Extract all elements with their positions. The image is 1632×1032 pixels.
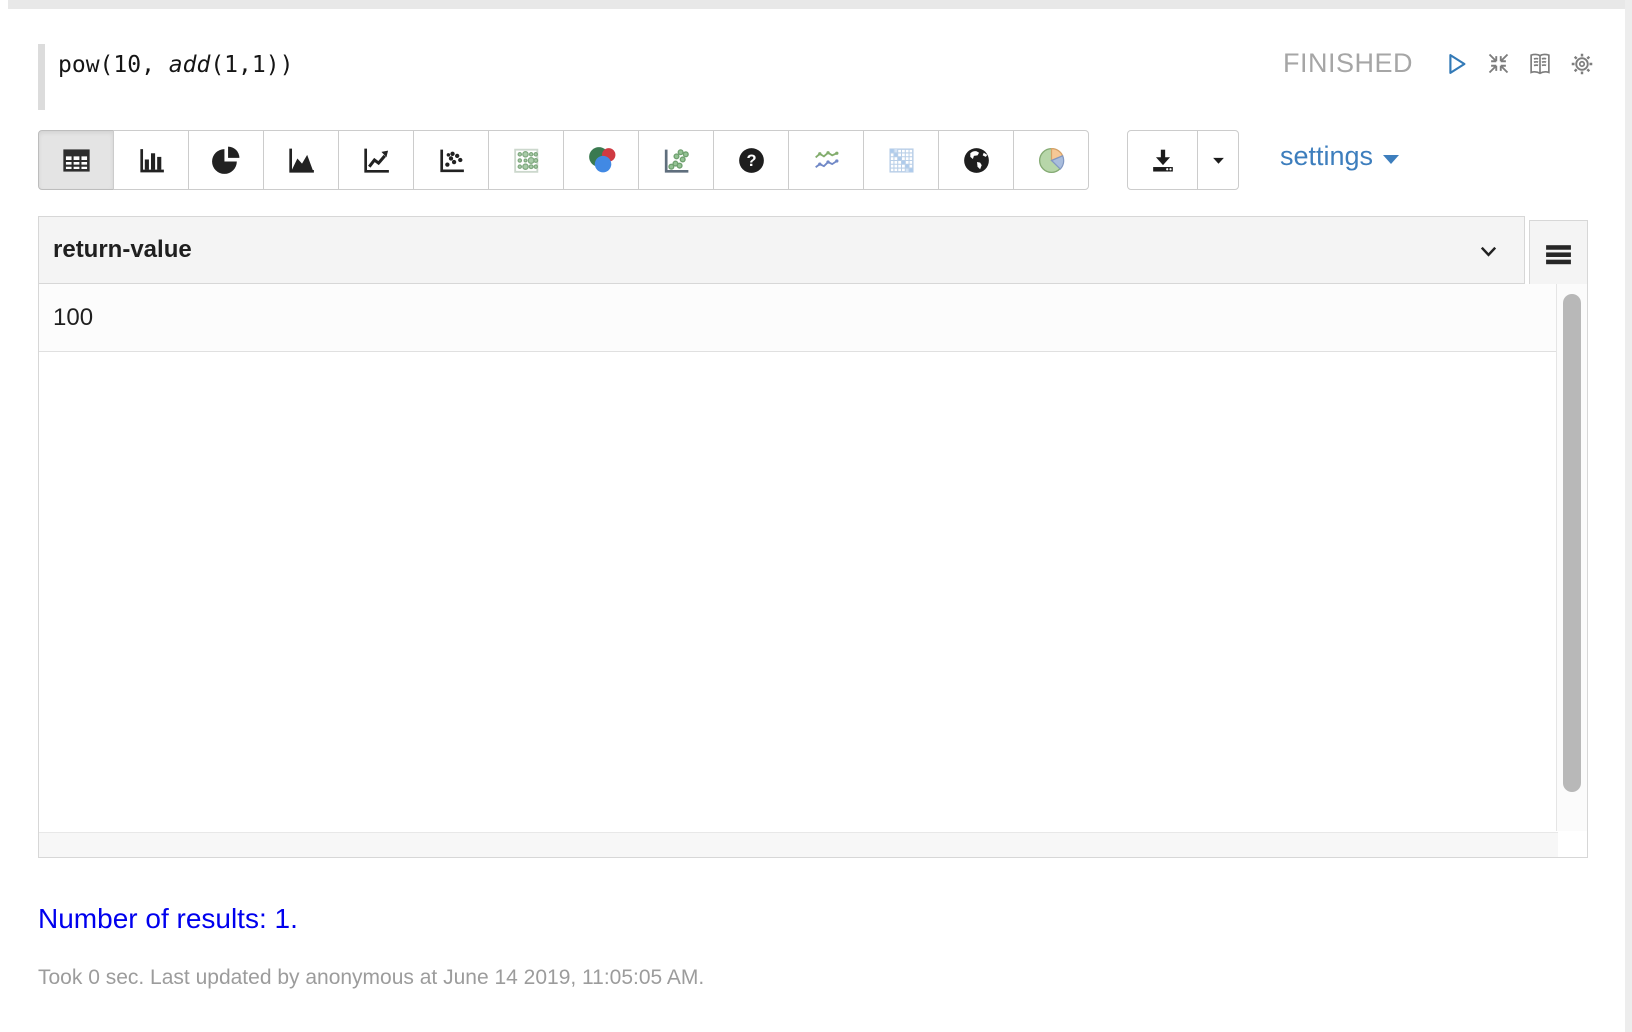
help-icon: ? — [735, 144, 768, 177]
paragraph-controls — [1429, 49, 1597, 79]
run-button[interactable] — [1441, 49, 1471, 79]
download-button[interactable] — [1127, 130, 1198, 190]
results-summary: Number of results: 1. — [38, 903, 298, 935]
paragraph-settings-button[interactable] — [1567, 49, 1597, 79]
code-editor[interactable]: pow(10, add(1,1)) — [38, 44, 293, 110]
table-column-header[interactable]: return-value — [38, 216, 1525, 284]
table-body: 100 — [38, 284, 1588, 858]
download-icon — [1148, 145, 1178, 175]
settings-label: settings — [1280, 141, 1373, 172]
settings-link[interactable]: settings — [1280, 141, 1399, 172]
area-chart-icon — [285, 144, 318, 177]
viz-button-pie-chart[interactable] — [188, 130, 264, 190]
chevron-down-icon[interactable] — [1477, 240, 1500, 268]
grid-menu-button[interactable] — [1529, 220, 1588, 289]
code-gutter-bar — [38, 44, 45, 110]
hamburger-icon — [1543, 239, 1574, 270]
bar-chart-icon — [135, 144, 168, 177]
viz-button-line-chart[interactable] — [338, 130, 414, 190]
viz-button-venn-diagram[interactable] — [563, 130, 639, 190]
book-icon — [1526, 50, 1554, 78]
viz-button-globe[interactable] — [938, 130, 1014, 190]
table-row: 100 — [39, 284, 1557, 352]
code-segment: pow(10, — [58, 52, 169, 78]
download-button-group — [1127, 130, 1239, 190]
scatter-icon — [435, 144, 468, 177]
viz-button-help[interactable]: ? — [713, 130, 789, 190]
code-segment: add — [169, 52, 211, 78]
viz-button-bar-chart[interactable] — [113, 130, 189, 190]
viz-button-scatter-chart[interactable] — [413, 130, 489, 190]
status-badge: FINISHED — [1283, 48, 1413, 79]
viz-button-table[interactable] — [38, 130, 114, 190]
pie-chart-icon — [210, 144, 243, 177]
paragraph-footer-status: Took 0 sec. Last updated by anonymous at… — [38, 966, 704, 990]
page-scroll-gutter — [1625, 0, 1632, 1032]
viz-button-bubble-grid[interactable] — [488, 130, 564, 190]
table-icon — [60, 144, 93, 177]
viz-button-trend-lines[interactable] — [788, 130, 864, 190]
vertical-scrollbar[interactable] — [1556, 284, 1587, 831]
paragraph-status-row: FINISHED — [1283, 48, 1597, 79]
table-cell-value: 100 — [53, 304, 93, 332]
show-editor-button[interactable] — [1525, 49, 1555, 79]
settings-caret-icon — [1383, 155, 1399, 164]
viz-button-pie-colored[interactable] — [1013, 130, 1089, 190]
horizontal-scrollbar[interactable] — [39, 832, 1558, 857]
compress-icon — [1485, 50, 1512, 77]
collapse-button[interactable] — [1483, 49, 1513, 79]
viz-button-area-chart[interactable] — [263, 130, 339, 190]
visualization-toolbar: ? — [38, 130, 1089, 190]
zeppelin-paragraph: pow(10, add(1,1)) FINISHED ? settings re… — [0, 0, 1632, 1032]
gear-icon — [1568, 50, 1596, 78]
viz-button-heatmap[interactable] — [863, 130, 939, 190]
bubble-grid-icon — [510, 144, 543, 177]
code-segment: (1,1)) — [210, 52, 293, 78]
globe-icon — [960, 144, 993, 177]
download-options-button[interactable] — [1197, 130, 1239, 190]
paragraph-top-divider — [8, 0, 1632, 9]
heatmap-grid-icon — [885, 144, 918, 177]
viz-button-scatter-green[interactable] — [638, 130, 714, 190]
vertical-scrollbar-thumb[interactable] — [1563, 294, 1581, 792]
code-text: pow(10, add(1,1)) — [58, 52, 293, 110]
line-chart-icon — [360, 144, 393, 177]
play-icon — [1442, 50, 1470, 78]
trend-lines-icon — [810, 144, 843, 177]
scatter-green-icon — [660, 144, 693, 177]
svg-text:?: ? — [746, 152, 756, 170]
pie-colored-icon — [1035, 144, 1068, 177]
column-title: return-value — [53, 236, 192, 264]
caret-down-icon — [1211, 153, 1226, 168]
venn-icon — [585, 144, 618, 177]
